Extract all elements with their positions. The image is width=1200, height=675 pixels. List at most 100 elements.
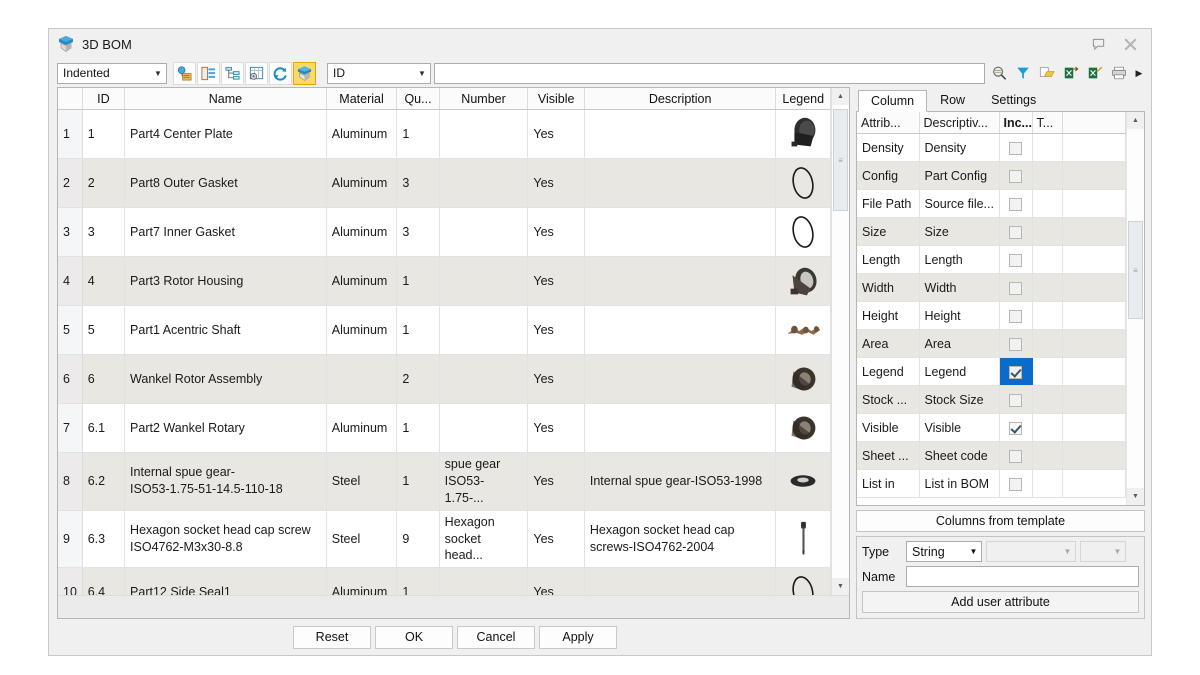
attribute-row[interactable]: Sheet ... Sheet code bbox=[857, 441, 1126, 470]
attribute-vertical-scrollbar[interactable]: ▲ ≡ ▼ bbox=[1126, 112, 1144, 505]
attribute-include-checkbox-cell[interactable] bbox=[999, 469, 1033, 498]
grid-scroll-track[interactable]: ≡ bbox=[832, 105, 849, 578]
column-header-rownum[interactable] bbox=[58, 88, 83, 110]
cell-material[interactable]: Steel bbox=[326, 510, 398, 569]
cell-id[interactable]: 6.1 bbox=[82, 403, 126, 453]
cell-quantity[interactable]: 1 bbox=[396, 305, 440, 355]
attribute-name-cell[interactable]: Legend bbox=[857, 357, 920, 386]
ok-button[interactable]: OK bbox=[375, 625, 453, 649]
tab-row[interactable]: Row bbox=[927, 89, 978, 111]
assign-balloon-icon[interactable] bbox=[173, 61, 196, 85]
scroll-up-arrow-icon[interactable]: ▲ bbox=[832, 88, 849, 105]
bom-properties-icon[interactable] bbox=[197, 61, 220, 85]
cell-visible[interactable]: Yes bbox=[527, 567, 585, 595]
attribute-include-checkbox-cell[interactable] bbox=[999, 133, 1033, 162]
attribute-row[interactable]: Stock ... Stock Size bbox=[857, 385, 1126, 414]
cell-legend[interactable] bbox=[775, 510, 831, 569]
attribute-type-cell[interactable] bbox=[1032, 441, 1063, 470]
cell-number[interactable] bbox=[439, 305, 529, 355]
table-row[interactable]: 8 6.2 Internal spue gear- ISO53-1.75-51-14.… bbox=[58, 452, 831, 511]
cell-quantity[interactable]: 1 bbox=[396, 109, 440, 159]
attribute-row[interactable]: File Path Source file... bbox=[857, 189, 1126, 218]
attribute-type-cell[interactable] bbox=[1032, 245, 1063, 274]
attribute-row[interactable]: Legend Legend bbox=[857, 357, 1126, 386]
cell-name[interactable]: Wankel Rotor Assembly bbox=[124, 354, 327, 404]
cell-id[interactable]: 5 bbox=[82, 305, 126, 355]
attribute-blank-cell[interactable] bbox=[1062, 301, 1126, 330]
attribute-name-cell[interactable]: Sheet ... bbox=[857, 441, 920, 470]
attribute-type-cell[interactable] bbox=[1032, 161, 1063, 190]
cell-description[interactable] bbox=[584, 256, 777, 306]
overflow-arrow-icon[interactable]: ▶ bbox=[1131, 62, 1147, 85]
attribute-blank-cell[interactable] bbox=[1062, 161, 1126, 190]
column-header-name[interactable]: Name bbox=[124, 88, 327, 110]
checkbox-unchecked-icon[interactable] bbox=[1009, 337, 1022, 351]
cell-id[interactable]: 6.4 bbox=[82, 567, 126, 595]
attr-col-header-blank[interactable] bbox=[1062, 112, 1126, 134]
attribute-include-checkbox-cell[interactable] bbox=[999, 245, 1033, 274]
reset-button[interactable]: Reset bbox=[293, 625, 371, 649]
attribute-include-checkbox-cell[interactable] bbox=[999, 189, 1033, 218]
cell-visible[interactable]: Yes bbox=[527, 109, 585, 159]
cancel-button[interactable]: Cancel bbox=[457, 625, 535, 649]
grid-vertical-scrollbar[interactable]: ▲ ≡ ▼ bbox=[831, 88, 849, 595]
cell-visible[interactable]: Yes bbox=[527, 354, 585, 404]
type-extra-combo-1[interactable]: ▼ bbox=[986, 541, 1076, 562]
attribute-description-cell[interactable]: Legend bbox=[919, 357, 1000, 386]
cell-name[interactable]: Part1 Acentric Shaft bbox=[124, 305, 327, 355]
checkbox-checked-icon[interactable] bbox=[1009, 421, 1022, 435]
attribute-description-cell[interactable]: Visible bbox=[919, 413, 1000, 442]
checkbox-unchecked-icon[interactable] bbox=[1009, 449, 1022, 463]
attribute-blank-cell[interactable] bbox=[1062, 469, 1126, 498]
tab-settings[interactable]: Settings bbox=[978, 89, 1049, 111]
cell-id[interactable]: 4 bbox=[82, 256, 126, 306]
field-selector-combo[interactable]: ID ▼ bbox=[327, 62, 431, 84]
checkbox-unchecked-icon[interactable] bbox=[1009, 141, 1022, 155]
cell-id[interactable]: 2 bbox=[82, 158, 126, 208]
cell-row-number[interactable]: 3 bbox=[58, 207, 83, 257]
cell-row-number[interactable]: 10 bbox=[58, 567, 83, 595]
cell-number[interactable] bbox=[439, 256, 529, 306]
cell-number[interactable]: Hexagon socket head... bbox=[439, 510, 529, 569]
attribute-blank-cell[interactable] bbox=[1062, 357, 1126, 386]
checkbox-unchecked-icon[interactable] bbox=[1009, 309, 1022, 323]
column-header-material[interactable]: Material bbox=[326, 88, 398, 110]
cell-name[interactable]: Part4 Center Plate bbox=[124, 109, 327, 159]
comment-help-icon[interactable] bbox=[1083, 33, 1113, 55]
attribute-type-cell[interactable] bbox=[1032, 133, 1063, 162]
attr-scroll-down-arrow-icon[interactable]: ▼ bbox=[1127, 488, 1144, 505]
cell-id[interactable]: 6.2 bbox=[82, 452, 126, 511]
cell-id[interactable]: 6.3 bbox=[82, 510, 126, 569]
cell-row-number[interactable]: 2 bbox=[58, 158, 83, 208]
attribute-type-cell[interactable] bbox=[1032, 385, 1063, 414]
cell-description[interactable] bbox=[584, 109, 777, 159]
cell-name[interactable]: Internal spue gear- ISO53-1.75-51-14.5-11… bbox=[124, 452, 327, 511]
attribute-description-cell[interactable]: List in BOM bbox=[919, 469, 1000, 498]
cell-name[interactable]: Part12 Side Seal1 bbox=[124, 567, 327, 595]
table-row[interactable]: 2 2 Part8 Outer Gasket Aluminum 3 Yes bbox=[58, 158, 831, 208]
attribute-name-cell[interactable]: Height bbox=[857, 301, 920, 330]
attribute-blank-cell[interactable] bbox=[1062, 245, 1126, 274]
checkbox-unchecked-icon[interactable] bbox=[1009, 253, 1022, 267]
attribute-type-cell[interactable] bbox=[1032, 329, 1063, 358]
cell-visible[interactable]: Yes bbox=[527, 452, 585, 511]
cell-quantity[interactable]: 1 bbox=[396, 567, 440, 595]
attribute-description-cell[interactable]: Sheet code bbox=[919, 441, 1000, 470]
cell-legend[interactable] bbox=[775, 452, 831, 511]
attribute-type-cell[interactable] bbox=[1032, 189, 1063, 218]
table-row[interactable]: 5 5 Part1 Acentric Shaft Aluminum 1 Yes bbox=[58, 305, 831, 355]
table-row[interactable]: 9 6.3 Hexagon socket head cap screw ISO4762… bbox=[58, 510, 831, 569]
cell-visible[interactable]: Yes bbox=[527, 207, 585, 257]
cell-legend[interactable] bbox=[775, 403, 831, 453]
cell-quantity[interactable]: 1 bbox=[396, 403, 440, 453]
attribute-include-checkbox-cell[interactable] bbox=[999, 385, 1033, 414]
table-row[interactable]: 4 4 Part3 Rotor Housing Aluminum 1 Yes bbox=[58, 256, 831, 306]
attribute-include-checkbox-cell[interactable] bbox=[999, 161, 1033, 190]
attribute-include-checkbox-cell[interactable] bbox=[999, 301, 1033, 330]
cell-number[interactable] bbox=[439, 403, 529, 453]
cell-material[interactable]: Aluminum bbox=[326, 256, 398, 306]
attr-col-header-include[interactable]: Inc... bbox=[999, 112, 1033, 134]
attribute-description-cell[interactable]: Length bbox=[919, 245, 1000, 274]
attr-scroll-thumb[interactable]: ≡ bbox=[1128, 221, 1143, 319]
attribute-description-cell[interactable]: Stock Size bbox=[919, 385, 1000, 414]
